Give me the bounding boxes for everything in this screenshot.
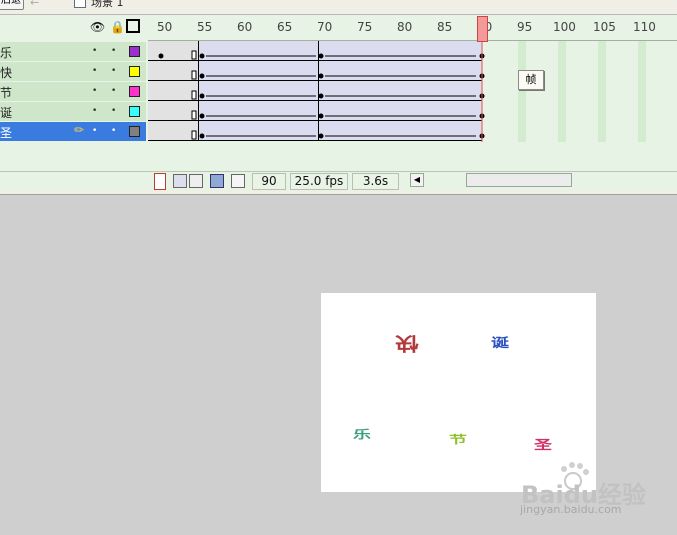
- stage-glyph[interactable]: 快: [395, 331, 418, 357]
- lock-dot[interactable]: •: [111, 66, 116, 76]
- ruler-tick: 55: [197, 20, 213, 34]
- layer-list: 乐 • • 快 • • 节 • • 诞 • • 圣 ✏ • •: [0, 42, 146, 142]
- panel-divider[interactable]: [0, 190, 677, 195]
- edit-multiple-icon[interactable]: [210, 174, 224, 188]
- layer-color-swatch[interactable]: [129, 66, 140, 77]
- center-frame-icon[interactable]: [154, 173, 166, 190]
- layer-row[interactable]: 诞 • •: [0, 102, 146, 122]
- playhead-handle[interactable]: [477, 16, 488, 42]
- watermark-url: jingyan.baidu.com: [520, 503, 622, 516]
- elapsed-time: 3.6s: [352, 173, 399, 190]
- current-frame: 90: [252, 173, 286, 190]
- layer-row[interactable]: 快 • •: [0, 62, 146, 82]
- eye-icon[interactable]: 👁: [90, 20, 105, 34]
- layer-color-swatch[interactable]: [129, 46, 140, 57]
- lock-dot[interactable]: •: [111, 86, 116, 96]
- back-button[interactable]: 后退: [0, 0, 24, 10]
- tooltip: 帧: [518, 70, 544, 90]
- frame-columns: [482, 41, 677, 142]
- pencil-icon: ✏: [74, 123, 85, 137]
- frame-grid[interactable]: [148, 41, 677, 142]
- layer-name: 诞: [0, 106, 13, 120]
- layer-name: 圣: [0, 126, 13, 140]
- layer-row[interactable]: 乐 • •: [0, 42, 146, 62]
- visibility-dot[interactable]: •: [92, 126, 97, 136]
- stage-glyph[interactable]: 节: [449, 431, 467, 447]
- timeline-scrollbar[interactable]: ◀: [410, 173, 677, 187]
- scroll-thumb[interactable]: [466, 173, 572, 187]
- outline-icon[interactable]: [126, 19, 140, 33]
- layer-color-swatch[interactable]: [129, 86, 140, 97]
- layer-color-swatch[interactable]: [129, 126, 140, 137]
- layer-color-swatch[interactable]: [129, 106, 140, 117]
- lock-dot[interactable]: •: [111, 46, 116, 56]
- ruler-tick: 80: [397, 20, 413, 34]
- layer-name: 快: [0, 66, 13, 80]
- onion-outline-icon[interactable]: [189, 174, 203, 188]
- visibility-dot[interactable]: •: [92, 46, 97, 56]
- visibility-dot[interactable]: •: [92, 66, 97, 76]
- layer-row[interactable]: 节 • •: [0, 82, 146, 102]
- layer-header: 👁 🔒: [0, 15, 146, 40]
- ruler-tick: 85: [437, 20, 453, 34]
- scene-icon: [74, 0, 86, 8]
- lock-dot[interactable]: •: [111, 106, 116, 116]
- stage-glyph[interactable]: 乐: [353, 426, 371, 442]
- scroll-left-button[interactable]: ◀: [410, 173, 424, 187]
- layer-name: 节: [0, 86, 13, 100]
- lock-dot[interactable]: •: [111, 126, 116, 136]
- ruler-tick: 100: [553, 20, 576, 34]
- visibility-dot[interactable]: •: [92, 106, 97, 116]
- onion-markers-icon[interactable]: [231, 174, 245, 188]
- visibility-dot[interactable]: •: [92, 86, 97, 96]
- ruler-tick: 110: [633, 20, 656, 34]
- ruler-tick: 60: [237, 20, 253, 34]
- frame-ruler[interactable]: 50 55 60 65 70 75 80 85 90 95 100 105 11…: [148, 15, 677, 41]
- scene-label: 场景 1: [91, 0, 124, 9]
- layer-name: 乐: [0, 46, 13, 60]
- ruler-tick: 105: [593, 20, 616, 34]
- ruler-tick: 70: [317, 20, 333, 34]
- back-arrow-icon[interactable]: ←: [30, 0, 48, 10]
- ruler-tick: 50: [157, 20, 173, 34]
- ruler-tick: 95: [517, 20, 533, 34]
- stage-glyph[interactable]: 圣: [534, 435, 552, 453]
- layer-row-selected[interactable]: 圣 ✏ • •: [0, 122, 146, 142]
- ruler-tick: 75: [357, 20, 373, 34]
- onion-skin-icon[interactable]: [173, 174, 187, 188]
- stage-glyph[interactable]: 诞: [491, 333, 509, 351]
- ruler-tick: 65: [277, 20, 293, 34]
- lock-icon[interactable]: 🔒: [110, 20, 125, 34]
- frame-rate: 25.0 fps: [290, 173, 348, 190]
